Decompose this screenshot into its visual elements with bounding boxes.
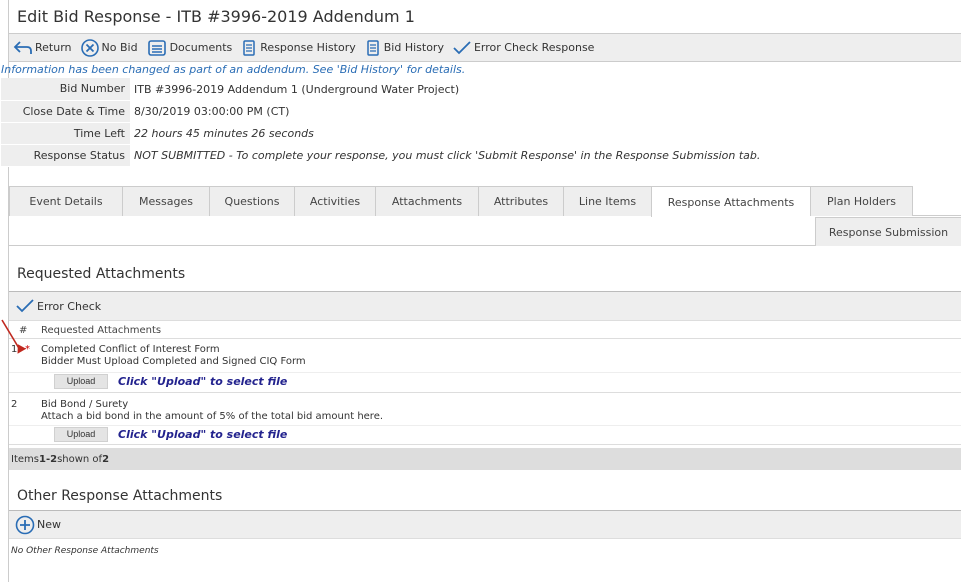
tab-bar: Event Details Messages Questions Activit…	[9, 186, 961, 217]
requested-toolbar: Error Check	[9, 291, 961, 321]
tab-plan-holders[interactable]: Plan Holders	[810, 186, 913, 216]
other-attachments-title: Other Response Attachments	[17, 488, 223, 504]
tab-messages[interactable]: Messages	[122, 186, 209, 216]
bid-number-value: ITB #3996-2019 Addendum 1 (Underground W…	[134, 82, 460, 96]
column-name-header: Requested Attachments	[41, 324, 162, 336]
response-history-button[interactable]: Response History	[240, 39, 356, 57]
upload-button[interactable]: Upload	[54, 426, 108, 442]
tab-response-attachments[interactable]: Response Attachments	[651, 186, 810, 217]
requested-grid-header: # Requested Attachments	[9, 322, 961, 339]
close-date-label: Close Date & Time	[1, 100, 130, 123]
error-check-button[interactable]: Error Check	[15, 298, 101, 314]
error-check-response-button[interactable]: Error Check Response	[452, 40, 594, 56]
items-total: 2	[102, 453, 110, 465]
new-attachment-button[interactable]: New	[15, 515, 61, 535]
attachment-description: Bidder Must Upload Completed and Signed …	[41, 356, 306, 367]
no-bid-label: No Bid	[101, 41, 138, 54]
return-arrow-icon	[13, 40, 32, 54]
response-history-icon	[243, 39, 256, 56]
checkmark-icon	[453, 40, 471, 54]
no-other-attachments-note: No Other Response Attachments	[11, 546, 159, 556]
attachment-description: Attach a bid bond in the amount of 5% of…	[41, 411, 384, 422]
tab-response-submission[interactable]: Response Submission	[815, 217, 961, 246]
time-left-label: Time Left	[1, 122, 130, 145]
bid-number-label: Bid Number	[1, 78, 130, 101]
documents-label: Documents	[169, 41, 233, 54]
row-number: 2	[11, 399, 18, 410]
error-check-label: Error Check	[37, 299, 102, 313]
tab-attachments[interactable]: Attachments	[375, 186, 478, 216]
page-title-text: Edit Bid Response - ITB #3996-2019 Adden…	[17, 7, 415, 26]
bid-history-label: Bid History	[383, 41, 444, 54]
response-status-row: Response Status NOT SUBMITTED - To compl…	[1, 144, 761, 167]
plus-circle-icon	[15, 515, 35, 534]
table-row: 1 * Completed Conflict of Interest Form …	[9, 341, 961, 393]
checkmark-icon	[16, 299, 34, 313]
requested-attachments-title: Requested Attachments	[17, 266, 186, 282]
page: Edit Bid Response - ITB #3996-2019 Adden…	[1, 0, 961, 582]
tab-activities[interactable]: Activities	[294, 186, 375, 216]
main-toolbar: Return No Bid Documents Response History…	[9, 34, 961, 62]
time-left-row: Time Left 22 hours 45 minutes 26 seconds	[1, 122, 760, 145]
time-left-value: 22 hours 45 minutes 26 seconds	[134, 126, 314, 140]
tab-questions[interactable]: Questions	[209, 186, 294, 216]
close-date-row: Close Date & Time 8/30/2019 03:00:00 PM …	[1, 100, 760, 123]
attachment-name: Bid Bond / Surety	[41, 399, 129, 410]
bid-history-icon	[367, 39, 379, 56]
attachment-name: Completed Conflict of Interest Form	[41, 344, 220, 355]
new-label: New	[37, 518, 61, 531]
documents-icon	[147, 39, 166, 56]
bid-history-button[interactable]: Bid History	[364, 39, 444, 57]
no-bid-button[interactable]: No Bid	[80, 38, 138, 58]
upload-hint: Click "Upload" to select file	[118, 374, 288, 388]
tab-bar-row2: Response Submission	[9, 217, 961, 246]
bid-info-table: Bid Number ITB #3996-2019 Addendum 1 (Un…	[1, 78, 760, 167]
documents-button[interactable]: Documents	[146, 39, 233, 57]
page-title: Edit Bid Response - ITB #3996-2019 Adden…	[9, 0, 961, 34]
error-check-response-label: Error Check Response	[473, 41, 595, 54]
annotation-arrow	[1, 319, 27, 354]
items-range: 1-2	[38, 453, 58, 465]
items-count-footer: Items 1-2 shown of 2	[9, 448, 961, 470]
no-bid-x-icon	[80, 38, 99, 57]
items-prefix: Items	[11, 453, 39, 465]
table-row: 2 Bid Bond / Surety Attach a bid bond in…	[9, 395, 961, 445]
bid-number-row: Bid Number ITB #3996-2019 Addendum 1 (Un…	[1, 78, 760, 101]
tab-event-details[interactable]: Event Details	[9, 186, 122, 216]
upload-button[interactable]: Upload	[54, 373, 108, 389]
return-label: Return	[35, 41, 72, 54]
items-mid: shown of	[57, 453, 103, 465]
response-history-label: Response History	[260, 41, 356, 54]
tab-attributes[interactable]: Attributes	[478, 186, 563, 216]
response-status-value: NOT SUBMITTED - To complete your respons…	[134, 148, 761, 162]
close-date-value: 8/30/2019 03:00:00 PM (CT)	[134, 104, 290, 118]
return-button[interactable]: Return	[13, 40, 72, 56]
addendum-notice: Information has been changed as part of …	[1, 63, 466, 76]
response-status-label: Response Status	[1, 144, 130, 167]
tab-line-items[interactable]: Line Items	[563, 186, 651, 216]
other-toolbar: New	[9, 510, 961, 539]
upload-hint: Click "Upload" to select file	[118, 427, 288, 441]
